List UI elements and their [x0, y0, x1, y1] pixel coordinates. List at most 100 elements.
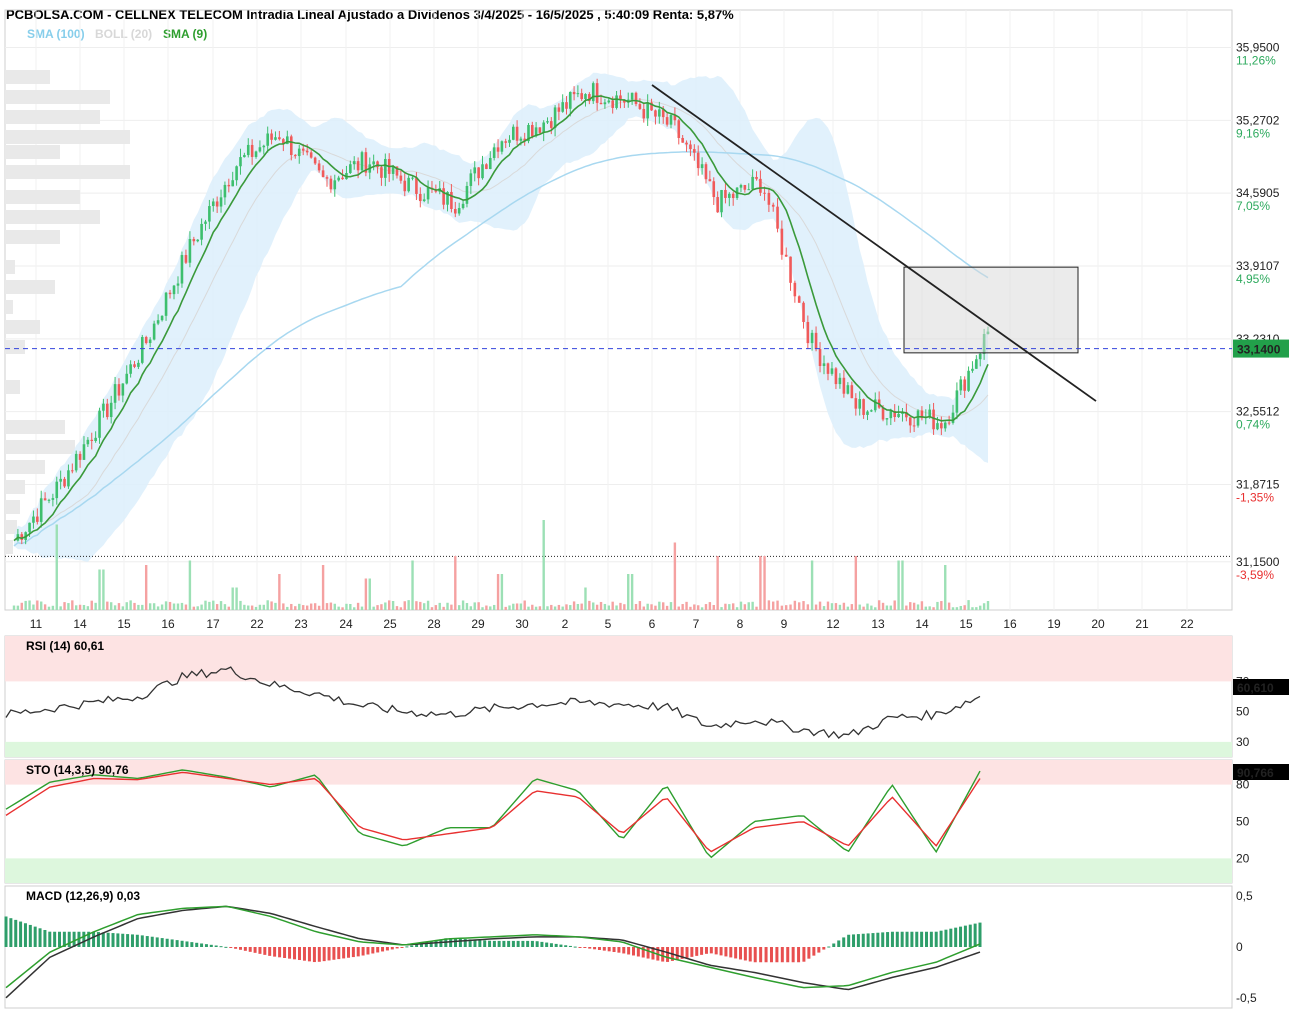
volume-bar [337, 606, 340, 610]
candle-body [724, 189, 727, 198]
candle-body [561, 102, 564, 112]
rsi-tick-label: 50 [1236, 705, 1250, 719]
macd-histogram-bar [622, 947, 626, 954]
stoch-tick-label: 20 [1236, 851, 1250, 865]
candle-body [109, 402, 113, 418]
volume-bar [538, 606, 542, 610]
macd-histogram-bar [502, 940, 506, 947]
macd-histogram-bar [856, 934, 860, 947]
macd-histogram-bar [729, 947, 733, 958]
volume-bar [806, 604, 810, 610]
volume-profile-bar [5, 165, 130, 179]
candle-body [223, 184, 227, 198]
candle-body [712, 181, 716, 198]
macd-histogram-bar [685, 947, 689, 958]
volume-bar [121, 606, 125, 610]
macd-histogram-bar [307, 947, 311, 962]
candle-body [802, 302, 805, 322]
macd-histogram-bar [106, 932, 110, 947]
volume-bar [826, 601, 830, 610]
candle-body [793, 282, 797, 297]
candle-body [129, 364, 132, 374]
volume-bar [403, 601, 406, 610]
macd-histogram-bar [890, 931, 894, 947]
macd-histogram-bar [861, 933, 865, 947]
volume-bar [75, 605, 78, 610]
candle-body [557, 107, 561, 112]
macd-histogram-bar [786, 947, 790, 963]
candle-body [352, 161, 356, 165]
volume-bar [12, 605, 16, 610]
volume-bar [785, 605, 788, 610]
date-tick-label: 20 [1091, 617, 1105, 631]
candle-body [546, 121, 549, 123]
candle-body [642, 108, 646, 119]
date-tick-label: 30 [515, 617, 529, 631]
macd-histogram-bar [764, 947, 768, 963]
candle-body [818, 349, 822, 367]
volume-bar [588, 600, 591, 610]
volume-bar [638, 601, 642, 610]
candle-body [780, 228, 784, 255]
volume-bar [317, 605, 321, 610]
macd-histogram-bar [366, 947, 370, 955]
candle-body [266, 133, 269, 146]
volume-bar [793, 600, 797, 610]
macd-histogram-bar [458, 938, 462, 947]
volume-bar [286, 606, 289, 610]
candle-body [465, 185, 469, 204]
volume-bar [176, 603, 180, 610]
candle-body [720, 189, 723, 213]
volume-bar [681, 604, 684, 610]
macd-histogram-bar [92, 931, 96, 947]
date-tick-label: 7 [693, 617, 700, 631]
volume-bar [422, 603, 426, 610]
volume-bar [665, 605, 669, 610]
volume-bar [40, 601, 43, 610]
volume-bar [580, 603, 583, 610]
volume-profile-bar [5, 190, 80, 204]
macd-histogram-bar [405, 946, 409, 948]
volume-bar [759, 556, 762, 610]
volume-bar [298, 603, 301, 610]
price-tick-label: 34,5905 [1236, 186, 1280, 200]
volume-bar [485, 605, 488, 610]
candle-body [693, 149, 696, 153]
volume-bar [90, 600, 93, 610]
macd-histogram-bar [734, 947, 738, 959]
macd-histogram-bar [234, 947, 238, 949]
macd-histogram-bar [910, 931, 914, 947]
candle-body [457, 208, 461, 214]
percent-tick-label: 11,26% [1236, 54, 1276, 68]
volume-bar [743, 604, 747, 610]
volume-bar [247, 605, 250, 610]
volume-bar [492, 604, 496, 610]
macd-histogram-bar [165, 938, 169, 947]
volume-bar [607, 605, 610, 610]
chart-title: PCBOLSA.COM - CELLNEX TELECOM Intradia L… [6, 7, 734, 22]
volume-bar [523, 600, 526, 610]
candle-body [32, 516, 35, 523]
candle-body [450, 191, 453, 209]
volume-bar [654, 605, 657, 610]
macd-histogram-bar [876, 932, 880, 947]
macd-histogram-bar [944, 929, 948, 947]
candle-body [866, 411, 869, 415]
volume-bar [388, 600, 391, 610]
volume-bar [200, 604, 203, 610]
volume-bar [712, 604, 715, 610]
volume-bar [106, 601, 109, 610]
volume-bar [168, 601, 172, 610]
volume-bar [78, 604, 82, 610]
volume-bar [515, 603, 519, 610]
candle-body [215, 201, 219, 207]
candle-body [665, 117, 669, 125]
macd-histogram-bar [521, 940, 525, 947]
volume-bar [599, 601, 603, 610]
candle-body [461, 203, 465, 209]
volume-bar [924, 606, 927, 610]
volume-bar [944, 565, 947, 610]
macd-histogram-bar [714, 947, 718, 955]
volume-bar [767, 600, 771, 610]
date-tick-label: 16 [161, 617, 175, 631]
